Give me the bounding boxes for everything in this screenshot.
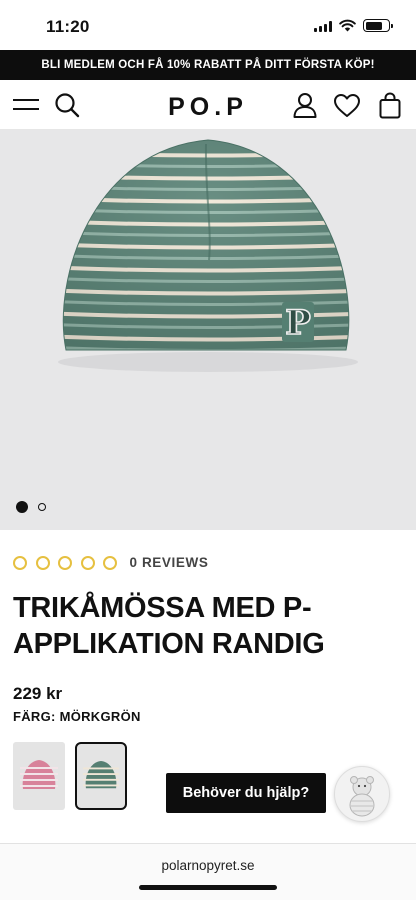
- help-chat-label: Behöver du hjälp?: [182, 785, 310, 801]
- rating-star-icon: [103, 555, 117, 570]
- browser-bottom-bar: polarnopyret.se: [0, 843, 416, 900]
- rating-star-icon: [58, 555, 72, 570]
- wishlist-button[interactable]: [331, 89, 363, 121]
- battery-icon: [363, 19, 393, 32]
- promo-text: BLI MEDLEM OCH FÅ 10% RABATT PÅ DITT FÖR…: [41, 59, 375, 71]
- status-bar: 11:20: [0, 0, 416, 50]
- account-button[interactable]: [289, 89, 321, 121]
- chat-assistant-avatar[interactable]: [334, 766, 390, 822]
- rating-star-icon: [35, 555, 50, 570]
- rating-star-icon: [80, 555, 95, 570]
- wifi-icon: [339, 19, 356, 32]
- product-image-gallery[interactable]: P: [0, 130, 416, 530]
- p-patch: P: [282, 302, 314, 344]
- product-title: TRIKÅMÖSSA MED P-APPLIKATION RANDIG: [13, 592, 325, 660]
- pink-hat-thumbnail: [20, 760, 58, 789]
- cart-button[interactable]: [374, 89, 406, 121]
- browser-url[interactable]: polarnopyret.se: [0, 858, 416, 873]
- status-time: 11:20: [46, 17, 90, 36]
- home-indicator[interactable]: [139, 885, 277, 890]
- teddy-mascot-icon: [349, 776, 375, 817]
- color-swatches: [13, 742, 127, 810]
- user-icon: [293, 93, 317, 118]
- status-icons: [314, 19, 393, 32]
- product-price: 229 kr: [13, 684, 63, 703]
- patch-letter: P: [285, 303, 311, 343]
- help-chat-button[interactable]: Behöver du hjälp?: [166, 773, 326, 813]
- cellular-signal-icon: [314, 20, 332, 32]
- heart-icon: [334, 93, 360, 117]
- reviews-count[interactable]: 0 REVIEWS: [130, 555, 209, 570]
- rating-star-icon: [13, 555, 27, 570]
- color-label: FÄRG: MÖRKGRÖN: [13, 709, 141, 724]
- carousel-dot[interactable]: [38, 503, 46, 511]
- shopping-bag-icon: [379, 91, 401, 118]
- swatch-pink-stripe[interactable]: [13, 742, 65, 810]
- product-image: P: [58, 139, 358, 372]
- swatch-green-stripe[interactable]: [75, 742, 127, 810]
- promo-banner[interactable]: BLI MEDLEM OCH FÅ 10% RABATT PÅ DITT FÖR…: [0, 50, 416, 80]
- green-hat-thumbnail: [83, 760, 119, 789]
- carousel-dot-active[interactable]: [16, 501, 28, 513]
- rating-row[interactable]: 0 REVIEWS: [13, 555, 208, 570]
- site-header: PO.P: [0, 80, 416, 130]
- carousel-dots: [16, 501, 46, 513]
